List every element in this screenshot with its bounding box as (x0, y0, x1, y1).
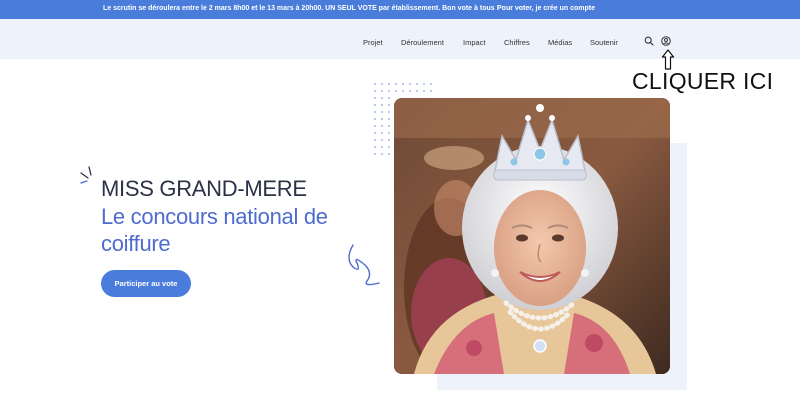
hero-photo (394, 98, 670, 374)
squiggle-decoration-icon (348, 244, 380, 286)
hero-title: MISS GRAND-MERE (101, 176, 307, 201)
nav-item-medias[interactable]: Médias (548, 38, 572, 47)
participate-vote-button[interactable]: Participer au vote (101, 270, 191, 297)
hero-subtitle: Le concours national de coiffure (101, 204, 328, 256)
sparkle-decoration-icon (80, 166, 92, 184)
create-account-link[interactable]: Pour voter, je crée un compte (497, 5, 595, 12)
nav-item-chiffres[interactable]: Chiffres (504, 38, 530, 47)
grandmother-with-crown-image (394, 98, 670, 374)
announcement-message: Le scrutin se déroulera entre le 2 mars … (103, 5, 499, 12)
nav-item-impact[interactable]: Impact (463, 38, 486, 47)
nav-item-projet[interactable]: Projet (363, 38, 383, 47)
nav-item-deroulement[interactable]: Déroulement (401, 38, 444, 47)
search-icon[interactable] (644, 36, 654, 46)
user-account-icon[interactable] (661, 36, 671, 46)
annotation-label: CLIQUER ICI (632, 68, 774, 94)
announcement-bar: Le scrutin se déroulera entre le 2 mars … (0, 0, 800, 19)
main-navigation: Projet Déroulement Impact Chiffres Média… (0, 19, 800, 59)
nav-item-soutenir[interactable]: Soutenir (590, 38, 618, 47)
